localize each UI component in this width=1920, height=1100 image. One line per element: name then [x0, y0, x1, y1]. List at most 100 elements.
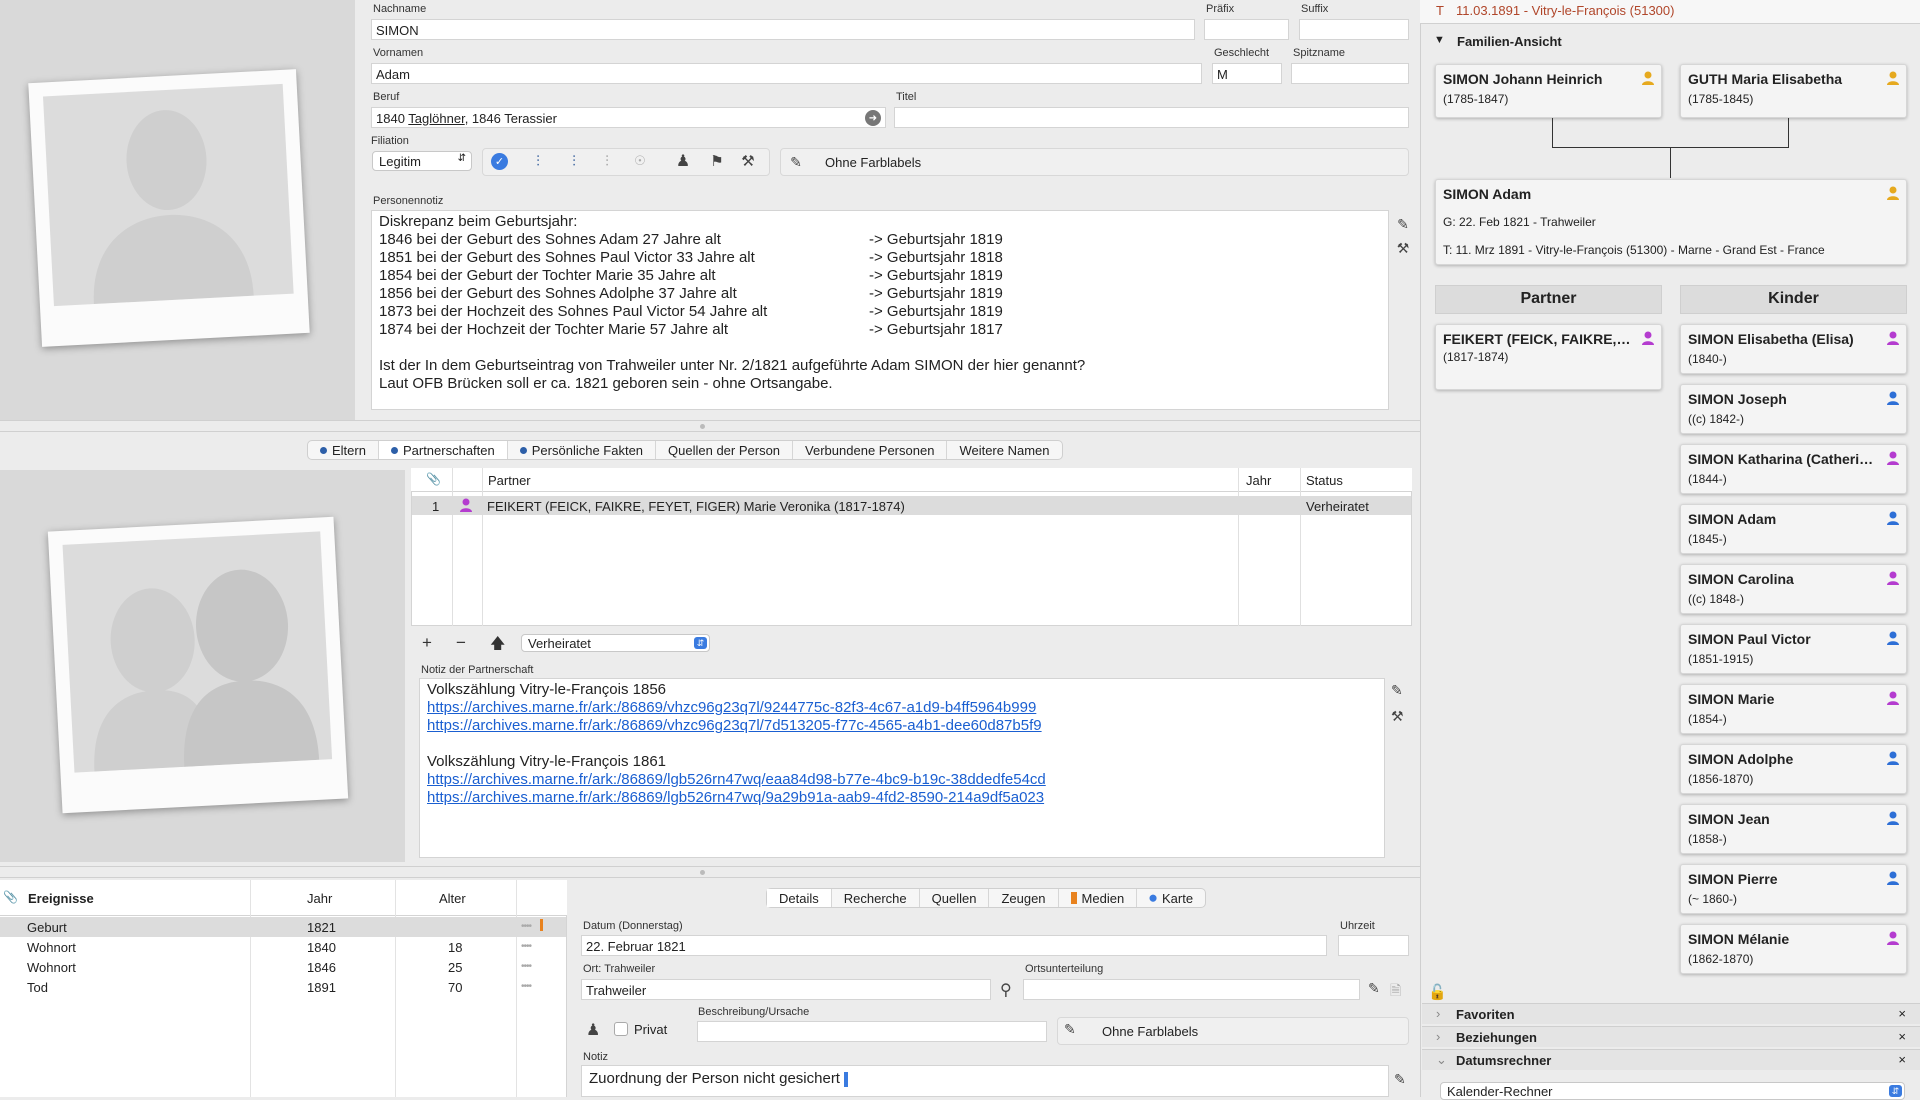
archive-link[interactable]: https://archives.marne.fr/ark:/86869/lgb… [427, 789, 1377, 807]
geschlecht-field[interactable]: M [1212, 63, 1282, 84]
pencil-icon[interactable]: ✎ [1394, 215, 1412, 233]
ort-field[interactable]: Trahweiler [581, 979, 991, 1000]
archive-link[interactable]: https://archives.marne.fr/ark:/86869/vhz… [427, 717, 1377, 735]
beschreibung-field[interactable] [697, 1021, 1047, 1042]
document-icon[interactable]: 🗎 [1390, 980, 1401, 1004]
father-card[interactable]: SIMON Johann Heinrich (1785-1847) [1435, 64, 1662, 118]
family-view-header[interactable]: Familien-Ansicht [1457, 34, 1562, 49]
pencil-icon[interactable]: ✎ [1391, 682, 1403, 699]
branch-disabled-icon[interactable]: ☉ [630, 151, 650, 171]
death-prefix: T [1436, 3, 1444, 18]
partner-card[interactable]: FEIKERT (FEICK, FAIKRE, FEYET, FIGER) Ma… [1435, 324, 1662, 390]
branch-add-icon[interactable]: ⫶ [528, 151, 548, 171]
mother-card[interactable]: GUTH Maria Elisabetha (1785-1845) [1680, 64, 1907, 118]
close-icon[interactable]: × [1898, 1052, 1906, 1067]
child-name: SIMON Carolina [1688, 571, 1794, 587]
tab-recherche[interactable]: Recherche [832, 889, 920, 907]
table-row[interactable]: Wohnort 1846 25 •••• [0, 957, 566, 977]
tab-quellen[interactable]: Quellen [920, 889, 990, 907]
tab-eltern[interactable]: Eltern [308, 441, 379, 459]
arrow-up-icon[interactable]: 🡅 [490, 633, 505, 658]
status-col-header[interactable]: Status [1306, 473, 1343, 488]
location-pin-icon[interactable]: ⚲ [1000, 980, 1012, 1000]
tab-karte[interactable]: ⬤ Karte [1137, 889, 1205, 907]
panel-datumsrechner[interactable]: ⌄ Datumsrechner × [1422, 1049, 1920, 1070]
self-card[interactable]: SIMON Adam G: 22. Feb 1821 - Trahweiler T:… [1435, 179, 1907, 265]
tab-label: Partnerschaften [402, 442, 495, 458]
child-card[interactable]: SIMON Marie (1854-) [1680, 684, 1907, 734]
praefix-field[interactable] [1204, 19, 1289, 40]
disclosure-down-icon[interactable]: ▼ [1434, 34, 1445, 46]
close-icon[interactable]: × [1898, 1029, 1906, 1044]
status-select-value: Verheiratet [528, 636, 591, 651]
arrow-right-circle-icon[interactable]: ➜ [865, 110, 881, 126]
hammer-icon[interactable]: ⚒ [738, 151, 758, 171]
flag-icon[interactable]: ⚑ [707, 151, 727, 171]
pencil-icon[interactable]: ✎ [1394, 1071, 1406, 1088]
tab-partnerschaften[interactable]: Partnerschaften [378, 441, 508, 459]
filiation-select[interactable]: Legitim ⇵ [372, 151, 472, 171]
datum-field[interactable]: 22. Februar 1821 [581, 935, 1327, 956]
table-row[interactable]: Geburt 1821 •••• [0, 917, 566, 937]
beruf-field[interactable]: 1840 Taglöhner, 1846 Terassier [371, 107, 886, 128]
vornamen-field[interactable]: Adam [371, 63, 1202, 84]
branch-remove-icon[interactable]: ⫶ [564, 151, 584, 171]
partner-note[interactable]: Volkszählung Vitry-le-François 1856 https… [419, 678, 1385, 858]
beruf-link[interactable]: Taglöhner [408, 111, 464, 126]
partner-col-header[interactable]: Partner [488, 473, 531, 488]
titel-field[interactable] [894, 107, 1409, 128]
suffix-field[interactable] [1299, 19, 1409, 40]
tab-weitere-namen[interactable]: Weitere Namen [947, 441, 1061, 459]
child-card[interactable]: SIMON Jean (1858-) [1680, 804, 1907, 854]
child-card[interactable]: SIMON Mélanie (1862-1870) [1680, 924, 1907, 974]
child-card[interactable]: SIMON Katharina (Catherine) (1844-) [1680, 444, 1907, 494]
table-row[interactable]: Tod 1891 70 •••• [0, 977, 566, 997]
tab-pers-nliche-fakten[interactable]: Persönliche Fakten [508, 441, 657, 459]
alter-col-header[interactable]: Alter [439, 891, 466, 906]
panel-beziehungen[interactable]: › Beziehungen × [1422, 1026, 1920, 1047]
pencil-icon[interactable]: ✎ [1064, 1021, 1076, 1038]
tab-medien[interactable]: Medien [1059, 889, 1138, 907]
add-icon[interactable]: + [422, 633, 432, 653]
close-icon[interactable]: × [1898, 1006, 1906, 1021]
splitter[interactable] [0, 420, 1420, 432]
hammer-icon[interactable]: ⚒ [1394, 239, 1412, 257]
child-card[interactable]: SIMON Adolphe (1856-1870) [1680, 744, 1907, 794]
tab-quellen-der-person[interactable]: Quellen der Person [656, 441, 794, 459]
jahr-col-header[interactable]: Jahr [307, 891, 332, 906]
ortsunterteilung-field[interactable] [1023, 979, 1360, 1000]
hammer-icon[interactable]: ⚒ [1391, 708, 1404, 725]
splitter[interactable] [0, 866, 1420, 878]
tab-details[interactable]: Details [767, 889, 832, 907]
child-card[interactable]: SIMON Adam (1845-) [1680, 504, 1907, 554]
lock-open-icon[interactable]: 🔓 [1428, 983, 1447, 1001]
nachname-field[interactable]: SIMON [371, 19, 1195, 40]
pencil-icon[interactable]: ✎ [786, 152, 806, 172]
privat-checkbox[interactable] [614, 1022, 628, 1036]
table-row[interactable]: Wohnort 1840 18 •••• [0, 937, 566, 957]
tab-zeugen[interactable]: Zeugen [989, 889, 1059, 907]
archive-link[interactable]: https://archives.marne.fr/ark:/86869/vhz… [427, 699, 1377, 717]
calendar-select[interactable]: Kalender-Rechner ⇵ [1440, 1082, 1905, 1100]
ereignisse-col-header[interactable]: Ereignisse [28, 891, 94, 906]
archive-link[interactable]: https://archives.marne.fr/ark:/86869/lgb… [427, 771, 1377, 789]
remove-icon[interactable]: − [456, 633, 466, 653]
jahr-col-header[interactable]: Jahr [1246, 473, 1271, 488]
child-card[interactable]: SIMON Elisabetha (Elisa) (1840-) [1680, 324, 1907, 374]
notiz-field[interactable]: Zuordnung der Person nicht gesichert [581, 1065, 1389, 1097]
person-unknown-icon[interactable]: ♟ [586, 1020, 600, 1040]
uhrzeit-field[interactable] [1338, 935, 1409, 956]
spitzname-field[interactable] [1291, 63, 1409, 84]
pencil-icon[interactable]: ✎ [1368, 980, 1380, 997]
panel-favoriten[interactable]: › Favoriten × [1422, 1003, 1920, 1024]
child-card[interactable]: SIMON Paul Victor (1851-1915) [1680, 624, 1907, 674]
child-card[interactable]: SIMON Carolina ((c) 1848-) [1680, 564, 1907, 614]
check-circle-icon[interactable]: ✓ [491, 153, 508, 170]
status-select[interactable]: Verheiratet ⇵ [521, 634, 710, 652]
child-card[interactable]: SIMON Joseph ((c) 1842-) [1680, 384, 1907, 434]
person-note[interactable]: Diskrepanz beim Geburtsjahr: 1846 bei der… [371, 210, 1389, 410]
person-icon[interactable]: ♟ [673, 151, 693, 171]
branch-icon[interactable]: ⫶ [597, 151, 617, 171]
tab-verbundene-personen[interactable]: Verbundene Personen [793, 441, 948, 459]
child-card[interactable]: SIMON Pierre (~ 1860-) [1680, 864, 1907, 914]
